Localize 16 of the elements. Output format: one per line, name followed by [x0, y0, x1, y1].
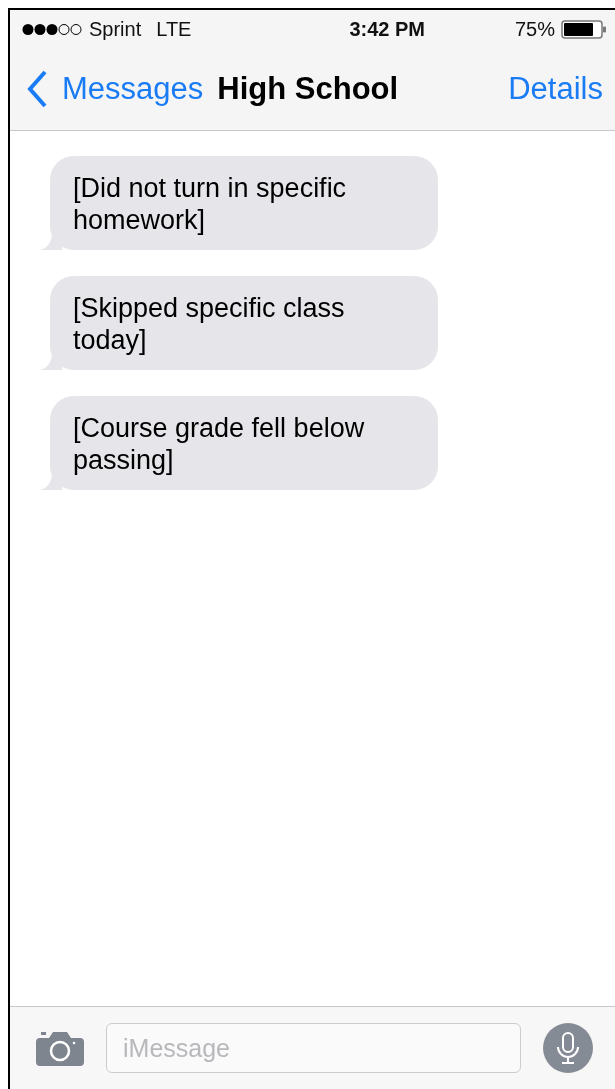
back-link[interactable]: Messages: [26, 70, 204, 108]
battery-icon: [561, 19, 607, 39]
carrier-name: Sprint: [89, 17, 142, 41]
message-input-field[interactable]: iMessage: [106, 1023, 521, 1073]
details-link[interactable]: Details: [508, 71, 603, 107]
camera-icon[interactable]: [36, 1030, 84, 1066]
signal-icon: [22, 22, 82, 36]
chevron-icon[interactable]: [26, 70, 48, 108]
network-type: LTE: [156, 17, 192, 41]
microphone-icon[interactable]: [543, 1023, 593, 1073]
battery-percent: 75%: [514, 17, 555, 41]
message-bubble: [Did not turn in specific homework]: [50, 156, 438, 250]
message-bubble: [Skipped specific class today]: [50, 276, 438, 370]
conversation-title: High School: [217, 71, 399, 107]
message-bubble: [Course grade fell below passing]: [50, 396, 438, 490]
clock-time: 3:42 PM: [349, 17, 425, 41]
